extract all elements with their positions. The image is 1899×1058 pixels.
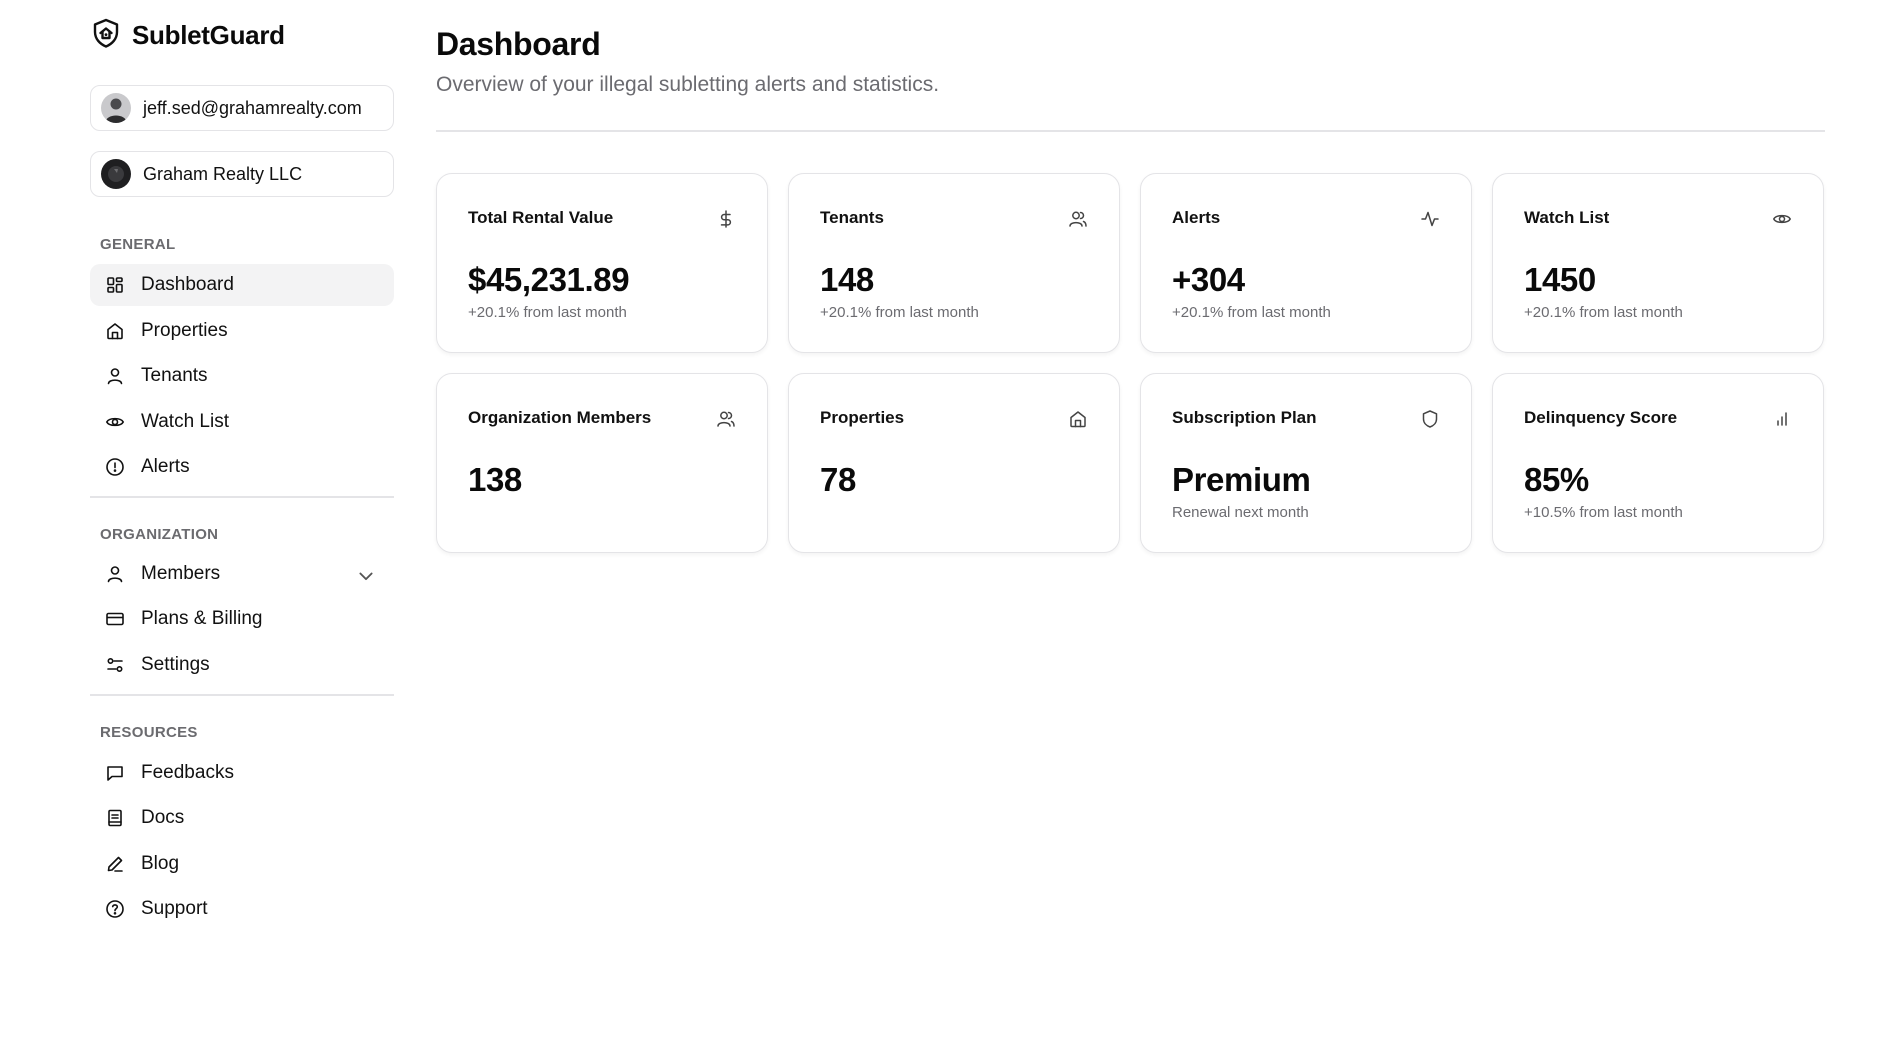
nav-label: Blog: [141, 853, 180, 874]
card-title: Organization Members: [468, 408, 652, 427]
nav-item-plans-billing[interactable]: Plans & Billing: [90, 598, 394, 640]
bar-chart-icon: [1772, 409, 1792, 429]
user-avatar: [101, 93, 131, 123]
stat-card-organization-members: Organization Members 138: [436, 373, 768, 553]
home-icon: [107, 323, 123, 340]
card-title: Tenants: [820, 208, 884, 227]
brand-logo[interactable]: SubletGuard: [90, 18, 285, 52]
nav-label: Plans & Billing: [141, 608, 263, 629]
page-subtitle: Overview of your illegal subletting aler…: [436, 73, 940, 96]
nav-item-properties[interactable]: Properties: [90, 310, 394, 352]
card-title: Delinquency Score: [1524, 408, 1678, 427]
organization-avatar: [101, 159, 131, 189]
section-label-resources: RESOURCES: [100, 724, 198, 741]
shield-icon: [1420, 409, 1440, 429]
dashboard-icon: [107, 277, 123, 293]
card-delta: +20.1% from last month: [468, 304, 627, 321]
nav-label: Docs: [141, 807, 185, 828]
card-delta: Renewal next month: [1172, 504, 1309, 521]
credit-card-icon: [106, 612, 124, 626]
alert-circle-icon: [106, 458, 124, 476]
book-icon: [108, 809, 122, 827]
help-circle-icon: [106, 900, 124, 918]
card-delta: +20.1% from last month: [820, 304, 979, 321]
card-title: Watch List: [1524, 208, 1610, 227]
sliders-icon: [107, 657, 123, 673]
user-email: jeff.sed@grahamrealty.com: [143, 97, 362, 118]
message-square-icon: [107, 766, 123, 781]
card-value: $45,231.89: [468, 261, 630, 298]
nav-item-docs[interactable]: Docs: [90, 797, 394, 839]
section-label-organization: ORGANIZATION: [100, 526, 219, 543]
stat-card-properties: Properties 78: [788, 373, 1120, 553]
users-icon: [1068, 209, 1088, 229]
user-account-selector[interactable]: jeff.sed@grahamrealty.com: [90, 85, 394, 131]
nav-label: Settings: [141, 654, 210, 675]
card-value: 85%: [1524, 461, 1589, 498]
card-value: +304: [1172, 261, 1245, 298]
nav-label: Feedbacks: [141, 762, 234, 783]
nav-item-watch-list[interactable]: Watch List: [90, 401, 394, 443]
stat-card-watch-list: Watch List 1450 +20.1% from last month: [1492, 173, 1824, 353]
nav-item-settings[interactable]: Settings: [90, 644, 394, 686]
nav-item-feedbacks[interactable]: Feedbacks: [90, 752, 394, 794]
user-icon: [107, 566, 123, 583]
chevron-down-icon[interactable]: [356, 566, 376, 586]
card-title: Subscription Plan: [1172, 408, 1317, 427]
nav-label: Tenants: [141, 365, 208, 386]
stat-card-total-rental-value: Total Rental Value $45,231.89 +20.1% fro…: [436, 173, 768, 353]
brand-name: SubletGuard: [132, 19, 285, 50]
card-value: Premium: [1172, 461, 1311, 498]
eye-icon: [1772, 209, 1792, 229]
nav-label: Members: [141, 563, 221, 584]
nav-label: Support: [141, 898, 208, 919]
page-title: Dashboard: [436, 26, 601, 62]
nav-item-tenants[interactable]: Tenants: [90, 355, 394, 397]
dollar-icon: [716, 209, 736, 229]
organization-selector[interactable]: Graham Realty LLC: [90, 151, 394, 197]
shield-logo-icon: [90, 17, 122, 54]
organization-name: Graham Realty LLC: [143, 163, 303, 184]
eye-icon: [105, 417, 125, 427]
card-title: Alerts: [1172, 208, 1221, 227]
card-value: 138: [468, 461, 522, 498]
stat-card-alerts: Alerts +304 +20.1% from last month: [1140, 173, 1472, 353]
stat-card-delinquency-score: Delinquency Score 85% +10.5% from last m…: [1492, 373, 1824, 553]
header-divider: [436, 130, 1825, 132]
sidebar-divider: [90, 694, 394, 696]
card-delta: +20.1% from last month: [1524, 304, 1683, 321]
card-title: Properties: [820, 408, 905, 427]
home-icon: [1068, 409, 1088, 429]
card-title: Total Rental Value: [468, 208, 614, 227]
nav-item-dashboard[interactable]: Dashboard: [90, 264, 394, 306]
nav-item-alerts[interactable]: Alerts: [90, 446, 394, 488]
users-icon: [716, 409, 736, 429]
pencil-icon: [107, 856, 123, 872]
nav-item-members[interactable]: Members: [90, 553, 394, 595]
card-value: 78: [820, 461, 856, 498]
nav-item-blog[interactable]: Blog: [90, 843, 394, 885]
stat-card-tenants: Tenants 148 +20.1% from last month: [788, 173, 1120, 353]
sidebar: SubletGuard jeff.sed@grahamrealty.com Gr…: [90, 0, 394, 1058]
nav-label: Properties: [141, 320, 228, 341]
section-label-general: GENERAL: [100, 236, 176, 253]
sidebar-divider: [90, 496, 394, 498]
card-value: 1450: [1524, 261, 1596, 298]
nav-item-support[interactable]: Support: [90, 888, 394, 930]
stat-card-subscription-plan: Subscription Plan Premium Renewal next m…: [1140, 373, 1472, 553]
nav-label: Alerts: [141, 456, 190, 477]
card-value: 148: [820, 261, 874, 298]
card-delta: +10.5% from last month: [1524, 504, 1683, 521]
card-delta: +20.1% from last month: [1172, 304, 1331, 321]
nav-label: Watch List: [141, 411, 229, 432]
nav-label: Dashboard: [141, 274, 234, 295]
activity-icon: [1420, 209, 1440, 229]
user-icon: [107, 368, 123, 385]
